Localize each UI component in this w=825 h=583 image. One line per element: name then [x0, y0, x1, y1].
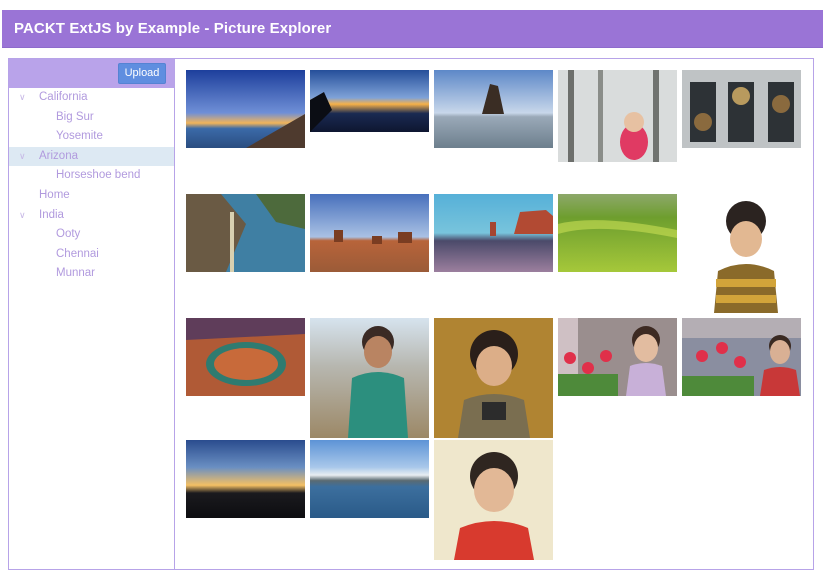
photo-thumbnail[interactable] — [434, 440, 553, 560]
tree-item-label: Munnar — [56, 267, 95, 280]
app-title: PACKT ExtJS by Example - Picture Explore… — [14, 20, 332, 37]
photo-thumbnail[interactable] — [310, 70, 429, 132]
folder-sidebar: Upload ∨ California Big Sur Yosemite ∨ Ari… — [9, 59, 175, 569]
photo-thumbnail[interactable] — [186, 440, 305, 518]
tree-item-label: Arizona — [39, 149, 78, 162]
picture-gallery — [176, 59, 813, 569]
photo-thumbnail[interactable] — [310, 440, 429, 518]
photo-thumbnail[interactable] — [310, 194, 429, 272]
chevron-down-icon[interactable]: ∨ — [19, 88, 29, 108]
chevron-down-icon[interactable]: ∨ — [19, 147, 29, 167]
tree-item-ooty[interactable]: Ooty — [9, 225, 174, 245]
photo-thumbnail[interactable] — [186, 194, 305, 272]
tree-item-home[interactable]: Home — [9, 186, 174, 206]
main-panel: Upload ∨ California Big Sur Yosemite ∨ Ari… — [8, 58, 814, 570]
tree-item-big-sur[interactable]: Big Sur — [9, 108, 174, 128]
upload-button[interactable]: Upload — [118, 63, 166, 84]
photo-thumbnail[interactable] — [682, 318, 801, 396]
photo-thumbnail[interactable] — [310, 318, 429, 438]
photo-thumbnail[interactable] — [186, 70, 305, 148]
tree-item-horseshoe-bend[interactable]: Horseshoe bend — [9, 166, 174, 186]
photo-thumbnail[interactable] — [706, 199, 786, 313]
folder-tree: ∨ California Big Sur Yosemite ∨ Arizona Ho… — [9, 88, 174, 284]
photo-thumbnail[interactable] — [558, 194, 677, 272]
tree-item-chennai[interactable]: Chennai — [9, 245, 174, 265]
photo-thumbnail[interactable] — [558, 318, 677, 396]
tree-item-label: California — [39, 91, 88, 103]
tree-item-yosemite[interactable]: Yosemite — [9, 127, 174, 147]
tree-item-india[interactable]: ∨ India — [9, 206, 174, 226]
tree-item-label: Chennai — [56, 247, 99, 260]
photo-thumbnail[interactable] — [434, 194, 553, 272]
sidebar-toolbar: Upload — [9, 59, 174, 88]
photo-thumbnail[interactable] — [682, 70, 801, 148]
photo-thumbnail[interactable] — [186, 318, 305, 396]
app-header: PACKT ExtJS by Example - Picture Explore… — [2, 10, 823, 48]
photo-thumbnail[interactable] — [558, 70, 677, 162]
chevron-down-icon[interactable]: ∨ — [19, 206, 29, 226]
photo-thumbnail[interactable] — [434, 70, 553, 148]
tree-item-label: Ooty — [56, 228, 81, 241]
photo-thumbnail[interactable] — [434, 318, 553, 438]
tree-item-label: India — [39, 208, 64, 221]
tree-item-label: Home — [39, 188, 70, 201]
tree-item-arizona[interactable]: ∨ Arizona — [9, 146, 174, 167]
tree-item-california[interactable]: ∨ California — [9, 88, 174, 108]
tree-item-label: Horseshoe bend — [56, 169, 141, 182]
tree-item-munnar[interactable]: Munnar — [9, 264, 174, 284]
tree-item-label: Big Sur — [56, 110, 94, 123]
tree-item-label: Yosemite — [56, 130, 103, 143]
